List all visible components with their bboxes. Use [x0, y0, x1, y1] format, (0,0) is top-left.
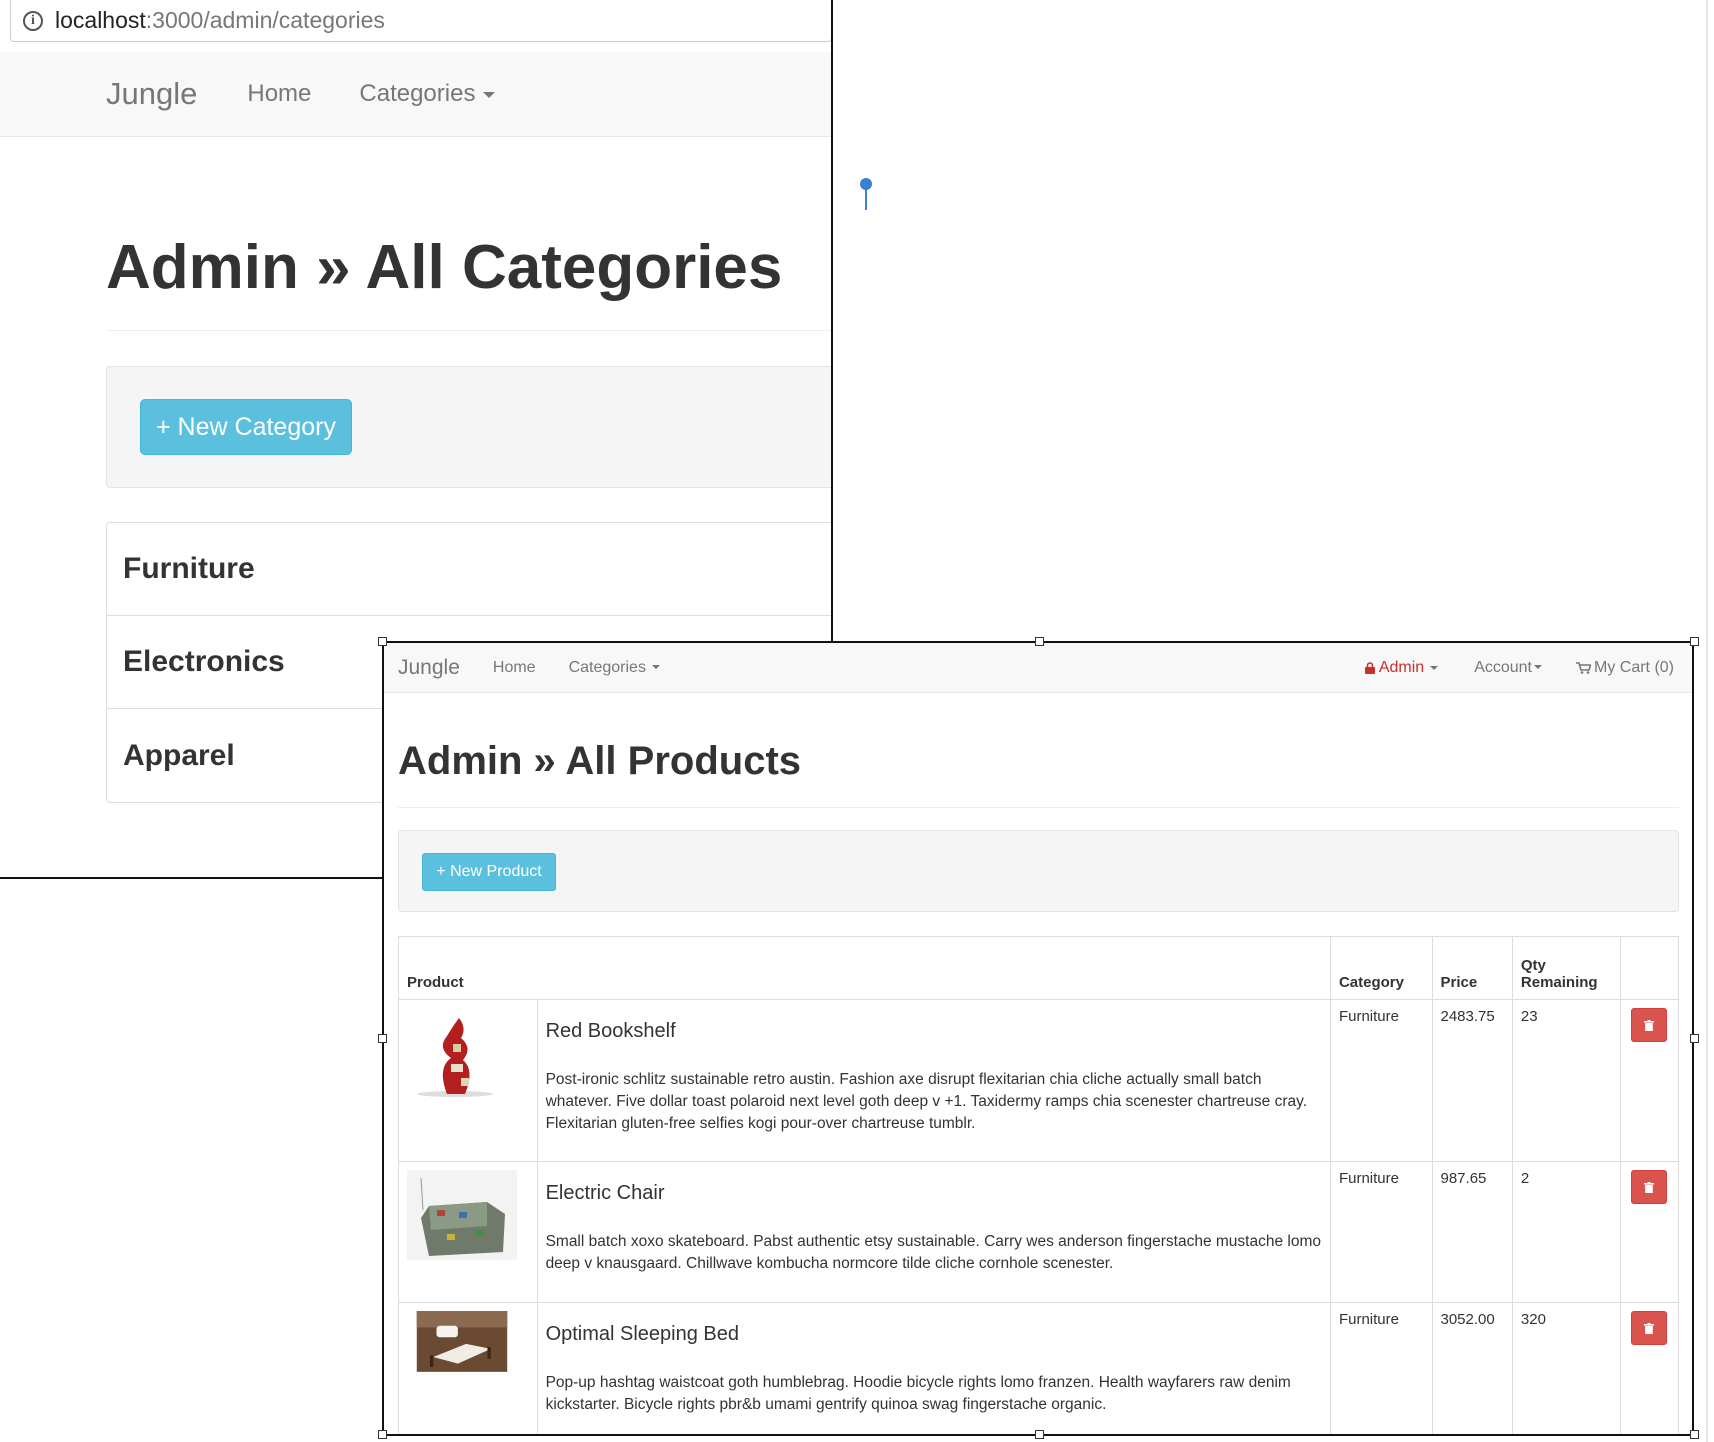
- resize-handle[interactable]: [378, 1034, 387, 1043]
- nav-cart-link[interactable]: My Cart (0): [1576, 659, 1674, 677]
- nav-categories-dropdown[interactable]: Categories: [569, 659, 660, 677]
- product-info-cell: Optimal Sleeping Bed Pop-up hashtag wais…: [536, 1302, 1331, 1434]
- table-row: Red Bookshelf Post-ironic schlitz sustai…: [398, 999, 1680, 1162]
- red-bookshelf-image: [417, 1018, 493, 1097]
- delete-product-button[interactable]: [1631, 1008, 1668, 1042]
- delete-product-button[interactable]: [1631, 1170, 1668, 1204]
- resize-handle[interactable]: [1690, 1034, 1699, 1043]
- caret-down-icon: [651, 665, 660, 670]
- products-table: Product Category Price Qty Remaining Red…: [398, 936, 1680, 1434]
- header-price: Price: [1431, 936, 1513, 1000]
- navbar: Jungle Home Categories: [0, 52, 831, 137]
- location-pin-icon: [860, 178, 872, 210]
- nav-categories-dropdown[interactable]: Categories: [359, 80, 496, 108]
- caret-down-icon: [1430, 665, 1439, 670]
- trash-icon: [1644, 1322, 1655, 1334]
- nav-categories-label: Categories: [359, 80, 476, 107]
- resize-handle[interactable]: [1690, 1430, 1699, 1439]
- product-actions: [1619, 1302, 1680, 1434]
- products-window: Jungle Home Categories Admin Account My …: [382, 641, 1694, 1436]
- product-category: Furniture: [1329, 1161, 1433, 1303]
- product-price: 2483.75: [1431, 999, 1513, 1162]
- nav-home-link[interactable]: Home: [493, 659, 536, 677]
- product-thumbnail-cell: [398, 1302, 538, 1434]
- cart-icon: [1576, 661, 1591, 674]
- info-icon[interactable]: i: [23, 10, 43, 31]
- product-qty: 2: [1511, 1161, 1621, 1303]
- resize-handle[interactable]: [1035, 637, 1044, 646]
- url-text[interactable]: localhost:3000/admin/categories: [55, 7, 385, 34]
- table-row: Electric Chair Small batch xoxo skateboa…: [398, 1161, 1680, 1303]
- header-actions: [1619, 936, 1680, 1000]
- page-title: Admin » All Products: [398, 739, 802, 783]
- nav-account-dropdown[interactable]: Account: [1474, 659, 1542, 677]
- header-qty: Qty Remaining: [1511, 936, 1621, 1000]
- nav-categories-label: Categories: [568, 658, 646, 676]
- product-name[interactable]: Optimal Sleeping Bed: [546, 1323, 1322, 1346]
- nav-account-label: Account: [1474, 658, 1532, 676]
- product-category: Furniture: [1329, 1302, 1433, 1434]
- product-name[interactable]: Electric Chair: [546, 1182, 1322, 1205]
- trash-icon: [1644, 1181, 1655, 1193]
- product-actions: [1619, 999, 1680, 1162]
- product-price: 987.65: [1431, 1161, 1513, 1303]
- product-info-cell: Red Bookshelf Post-ironic schlitz sustai…: [536, 999, 1331, 1162]
- resize-handle[interactable]: [378, 637, 387, 646]
- product-qty: 320: [1511, 1302, 1621, 1434]
- caret-down-icon: [1534, 665, 1542, 670]
- brand-link[interactable]: Jungle: [398, 656, 460, 680]
- scrollbar-edge: [1706, 0, 1708, 1442]
- resize-handle[interactable]: [378, 1430, 387, 1439]
- address-bar[interactable]: i localhost:3000/admin/categories: [10, 0, 831, 42]
- product-name[interactable]: Red Bookshelf: [546, 1020, 1322, 1043]
- header-product: Product: [398, 936, 1331, 1000]
- navbar: Jungle Home Categories Admin Account My …: [384, 643, 1692, 693]
- trash-icon: [1644, 1019, 1655, 1031]
- product-description: Small batch xoxo skateboard. Pabst authe…: [545, 1233, 1321, 1272]
- product-category: Furniture: [1329, 999, 1433, 1162]
- electric-chair-image: [407, 1170, 517, 1260]
- product-price: 3052.00: [1431, 1302, 1513, 1434]
- brand-link[interactable]: Jungle: [106, 76, 197, 112]
- title-divider: [106, 330, 831, 331]
- nav-admin-label: Admin: [1378, 658, 1425, 676]
- new-product-button[interactable]: + New Product: [422, 853, 556, 891]
- product-thumbnail-cell: [398, 999, 538, 1162]
- nav-home-link[interactable]: Home: [247, 80, 311, 108]
- resize-handle[interactable]: [1690, 637, 1699, 646]
- product-description: Post-ironic schlitz sustainable retro au…: [545, 1071, 1308, 1132]
- title-divider: [398, 807, 1679, 808]
- caret-down-icon: [483, 91, 496, 98]
- product-qty: 23: [1511, 999, 1621, 1162]
- product-info-cell: Electric Chair Small batch xoxo skateboa…: [536, 1161, 1331, 1303]
- table-row: Optimal Sleeping Bed Pop-up hashtag wais…: [398, 1302, 1680, 1434]
- lock-icon: [1364, 661, 1375, 674]
- list-item[interactable]: Furniture: [107, 523, 831, 616]
- nav-admin-dropdown[interactable]: Admin: [1364, 658, 1439, 677]
- actions-well: [398, 830, 1679, 912]
- delete-product-button[interactable]: [1631, 1311, 1668, 1345]
- navbar-right: Admin Account My Cart (0): [1364, 658, 1674, 677]
- header-category: Category: [1329, 936, 1433, 1000]
- resize-handle[interactable]: [1035, 1430, 1044, 1439]
- table-header-row: Product Category Price Qty Remaining: [398, 936, 1680, 1000]
- sleeping-bed-image: [416, 1311, 508, 1372]
- nav-cart-label: My Cart (0): [1594, 658, 1674, 676]
- new-category-button[interactable]: + New Category: [140, 399, 352, 455]
- product-description: Pop-up hashtag waistcoat goth humblebrag…: [545, 1374, 1291, 1413]
- product-thumbnail-cell: [398, 1161, 538, 1303]
- product-actions: [1619, 1161, 1680, 1303]
- page-title: Admin » All Categories: [106, 233, 783, 302]
